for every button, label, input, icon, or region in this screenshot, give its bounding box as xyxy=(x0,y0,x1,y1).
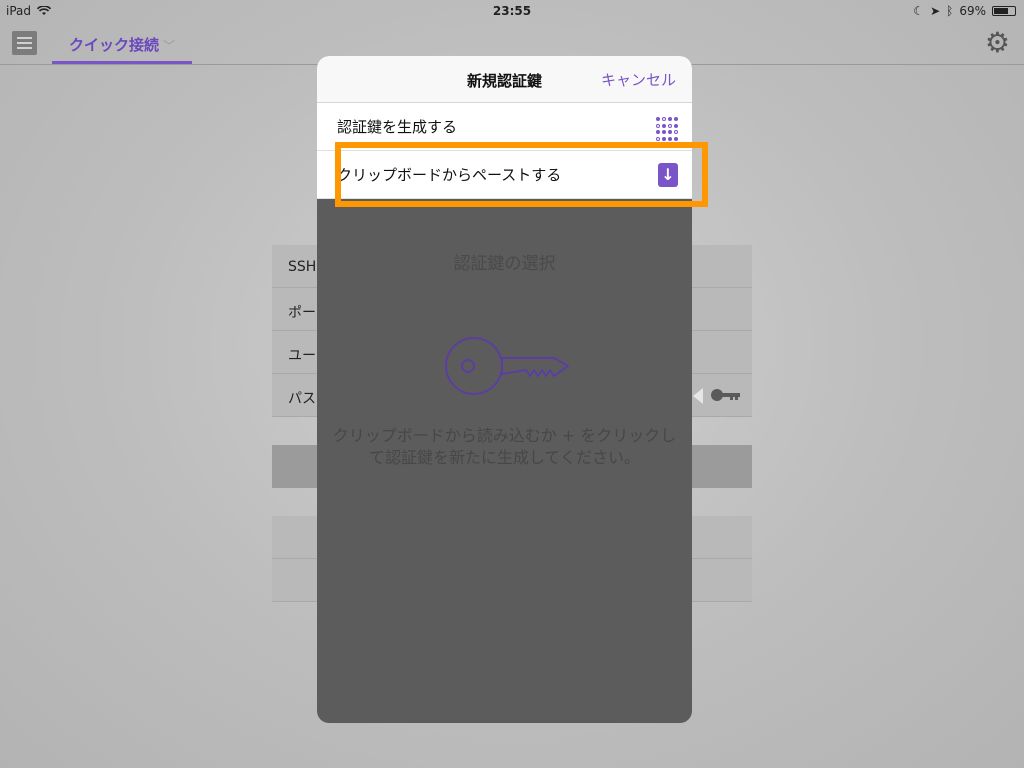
form-label: ポー xyxy=(288,305,316,321)
battery-icon xyxy=(992,6,1016,16)
moon-icon: ☾ xyxy=(913,4,925,18)
form-label: ユー xyxy=(288,348,316,364)
empty-state-message: クリップボードから読み込むか + をクリックして認証鍵を新たに生成してください。 xyxy=(332,426,677,467)
generate-key-icon xyxy=(656,117,678,141)
form-label: SSH xyxy=(288,259,317,275)
tab-quick-connect[interactable]: クイック接続 ﹀ xyxy=(52,22,192,64)
battery-fill xyxy=(994,8,1008,14)
status-bar: iPad 23:55 ☾ ➤ ᛒ 69% xyxy=(0,0,1024,22)
bluetooth-icon: ᛒ xyxy=(946,4,954,18)
location-icon: ➤ xyxy=(930,4,941,18)
gear-icon[interactable]: ⚙ xyxy=(985,28,1010,58)
list-icon[interactable] xyxy=(12,31,37,55)
key-icon[interactable] xyxy=(710,388,742,402)
tab-quick-connect-label: クイック接続 xyxy=(68,36,159,54)
empty-state-title: 認証鍵の選択 xyxy=(453,254,556,274)
generate-key-label: 認証鍵を生成する xyxy=(337,118,458,136)
cancel-button[interactable]: キャンセル xyxy=(601,69,676,90)
form-label: パス xyxy=(288,391,316,407)
popover-header: 新規認証鍵 キャンセル xyxy=(317,56,692,103)
highlight-box xyxy=(335,142,708,207)
status-time: 23:55 xyxy=(492,4,532,18)
battery-percent: 69% xyxy=(959,4,986,18)
status-right: ☾ ➤ ᛒ 69% xyxy=(913,4,1016,18)
chevron-down-icon: ﹀ xyxy=(163,39,176,53)
popover-arrow xyxy=(693,388,703,404)
key-icon xyxy=(445,337,569,395)
